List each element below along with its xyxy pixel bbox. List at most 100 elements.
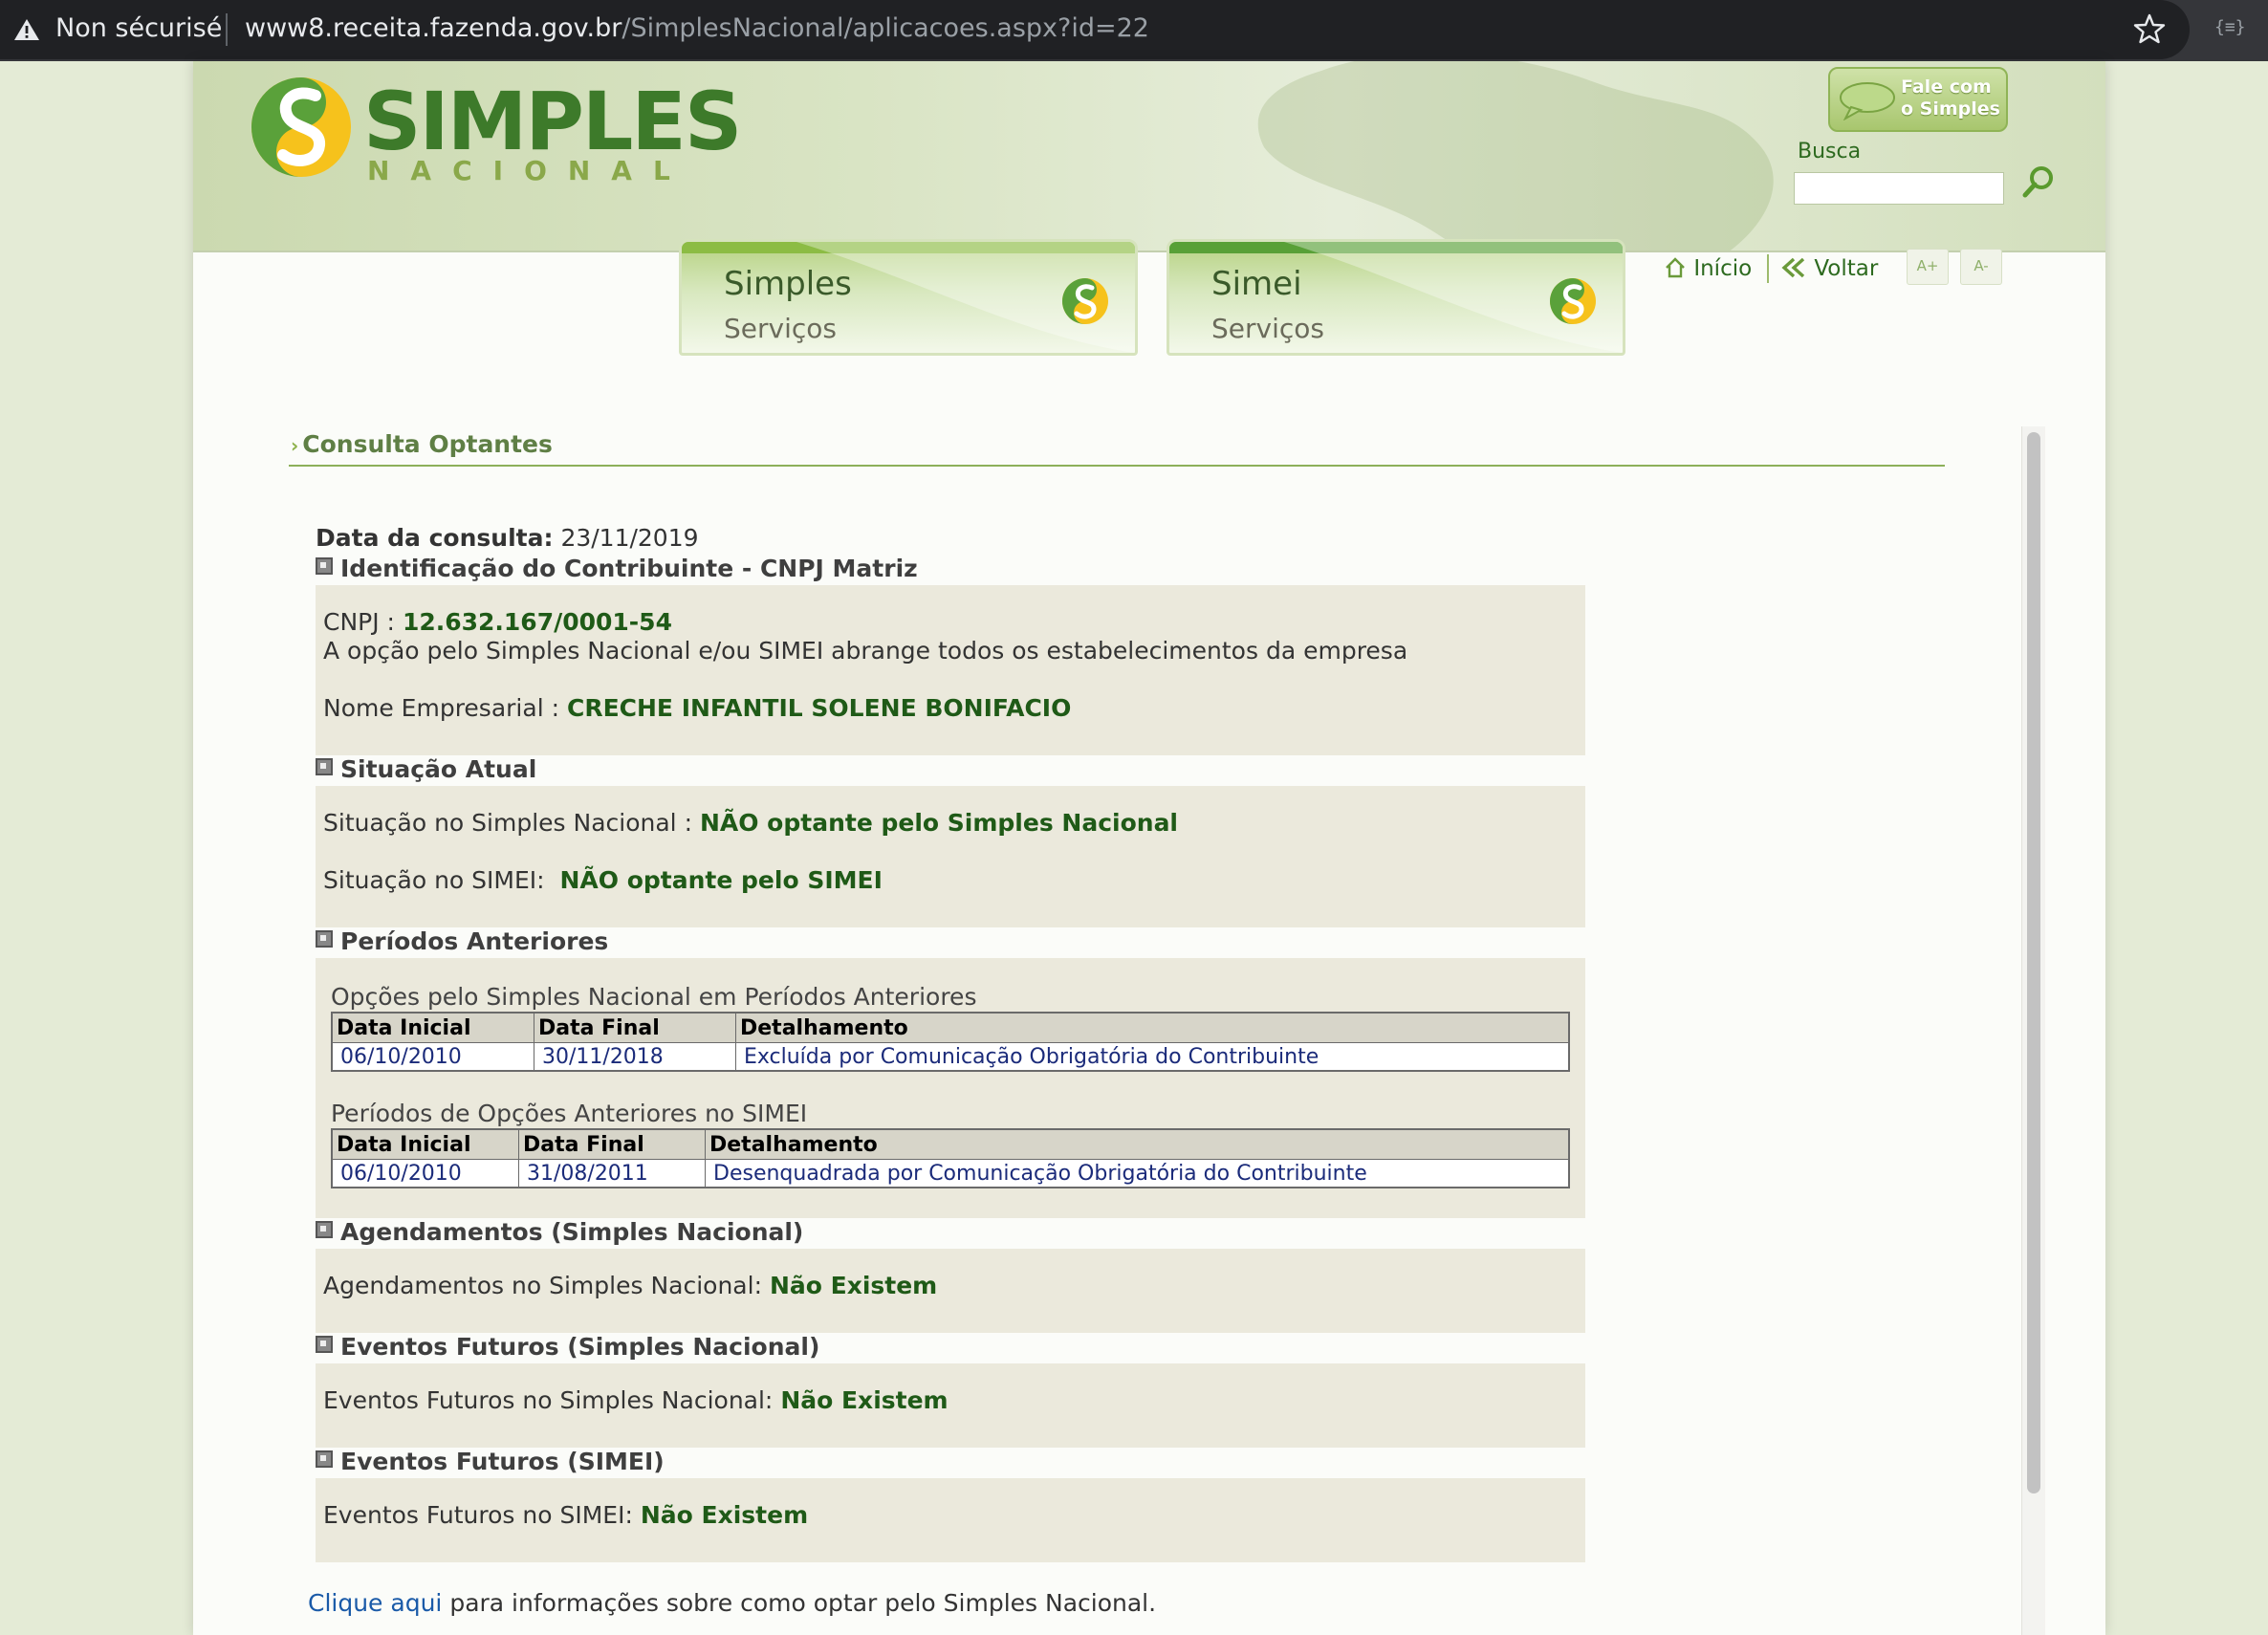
eventos-simei-header[interactable]: Eventos Futuros (SIMEI) xyxy=(316,1448,665,1475)
abrange-text: A opção pelo Simples Nacional e/ou SIMEI… xyxy=(323,637,1408,665)
eventos-simei-header-text: Eventos Futuros (SIMEI) xyxy=(340,1448,665,1475)
situacao-header-text: Situação Atual xyxy=(340,755,537,783)
url-text[interactable]: www8.receita.fazenda.gov.br/SimplesNacio… xyxy=(245,13,1149,43)
table-cell: 06/10/2010 xyxy=(331,1042,534,1072)
eventos-simples-header[interactable]: Eventos Futuros (Simples Nacional) xyxy=(316,1333,819,1361)
agendamentos-header-text: Agendamentos (Simples Nacional) xyxy=(340,1218,804,1246)
eventos-simei-value: Não Existem xyxy=(640,1501,809,1529)
title-underline xyxy=(289,465,1945,467)
periodos-header[interactable]: Períodos Anteriores xyxy=(316,927,608,955)
simei-periodos-caption: Períodos de Opções Anteriores no SIMEI xyxy=(331,1100,808,1127)
tab-subtitle: Serviços xyxy=(1211,313,1324,344)
eventos-simples-value: Não Existem xyxy=(780,1386,949,1414)
fale-line-1: Fale com xyxy=(1901,76,1992,98)
security-status[interactable]: Non sécurisé xyxy=(55,13,222,43)
brazil-map-watermark xyxy=(1257,61,1774,251)
consulta-date: Data da consulta: 23/11/2019 xyxy=(316,524,699,552)
page-title-text: Consulta Optantes xyxy=(302,430,553,458)
eventos-simei-label: Eventos Futuros no SIMEI: xyxy=(323,1501,633,1529)
expand-icon xyxy=(316,1336,333,1353)
eventos-simples-box: Eventos Futuros no Simples Nacional: Não… xyxy=(316,1363,1585,1448)
table-cell: 31/08/2011 xyxy=(518,1159,706,1188)
inicio-link[interactable]: Início xyxy=(1664,256,1752,281)
eventos-simples-header-text: Eventos Futuros (Simples Nacional) xyxy=(340,1333,820,1361)
clique-aqui-link[interactable]: Clique aqui xyxy=(308,1589,442,1617)
site-container: SIMPLES NACIONAL Fale com o Simples Busc… xyxy=(193,61,2105,1635)
browser-address-bar: Non sécurisé www8.receita.fazenda.gov.br… xyxy=(0,0,2268,61)
table-header-row: Data Inicial Data Final Detalhamento xyxy=(331,1012,1570,1043)
back-arrow-icon xyxy=(1781,257,1805,278)
increase-font-button[interactable]: A+ xyxy=(1907,249,1949,285)
table-cell: Desenquadrada por Comunicação Obrigatóri… xyxy=(705,1159,1570,1188)
cnpj-label: CNPJ : xyxy=(323,608,395,636)
identificacao-header[interactable]: Identificação do Contribuinte - CNPJ Mat… xyxy=(316,555,918,582)
logo-title: SIMPLES xyxy=(363,75,742,168)
nome-value: CRECHE INFANTIL SOLENE BONIFACIO xyxy=(566,694,1072,722)
logo-subtitle: NACIONAL xyxy=(367,155,691,186)
site-header: SIMPLES NACIONAL Fale com o Simples Busc… xyxy=(193,61,2105,252)
column-header: Detalhamento xyxy=(735,1012,1570,1043)
simples-logo-icon[interactable] xyxy=(249,75,354,180)
tab-title: Simei xyxy=(1211,265,1302,303)
voltar-link[interactable]: Voltar xyxy=(1780,256,1878,281)
voltar-label: Voltar xyxy=(1814,256,1879,281)
simei-badge-icon xyxy=(1550,278,1596,324)
inicio-label: Início xyxy=(1693,256,1753,281)
tab-simei-servicos[interactable]: Simei Serviços xyxy=(1167,239,1625,356)
situacao-simei-label: Situação no SIMEI: xyxy=(323,866,545,894)
simples-badge-icon xyxy=(1062,278,1108,324)
url-host: www8.receita.fazenda.gov.br xyxy=(245,13,622,43)
table-header-row: Data Inicial Data Final Detalhamento xyxy=(331,1128,1570,1160)
column-header: Data Inicial xyxy=(331,1128,519,1160)
tab-simples-servicos[interactable]: Simples Serviços xyxy=(679,239,1138,356)
expand-icon xyxy=(316,1450,333,1468)
chevron-right-icon: › xyxy=(291,434,299,457)
situacao-simples-label: Situação no Simples Nacional : xyxy=(323,809,692,837)
tab-subtitle: Serviços xyxy=(724,313,837,344)
decrease-font-button[interactable]: A- xyxy=(1960,249,2002,285)
table-cell: 30/11/2018 xyxy=(534,1042,736,1072)
warning-icon[interactable] xyxy=(13,17,40,42)
page-title: › Consulta Optantes xyxy=(291,430,553,458)
expand-icon xyxy=(316,758,333,775)
periodos-header-text: Períodos Anteriores xyxy=(340,927,609,955)
agendamentos-row: Agendamentos no Simples Nacional: Não Ex… xyxy=(323,1272,937,1299)
eventos-simples-row: Eventos Futuros no Simples Nacional: Não… xyxy=(323,1386,949,1414)
situacao-box: Situação no Simples Nacional : NÃO optan… xyxy=(316,786,1585,927)
cnpj-value: 12.632.167/0001-54 xyxy=(402,608,672,636)
simples-periodos-table: Data Inicial Data Final Detalhamento 06/… xyxy=(331,1012,1570,1072)
situacao-simples-value: NÃO optante pelo Simples Nacional xyxy=(699,809,1179,837)
tab-title: Simples xyxy=(724,265,852,303)
fale-com-label: Fale com o Simples xyxy=(1901,76,2000,120)
search-icon[interactable] xyxy=(2017,161,2060,203)
search-input[interactable] xyxy=(1794,172,2004,205)
eventos-simei-row: Eventos Futuros no SIMEI: Não Existem xyxy=(323,1501,808,1529)
column-header: Data Final xyxy=(518,1128,706,1160)
table-cell: 06/10/2010 xyxy=(331,1159,519,1188)
simples-periodos-caption: Opções pelo Simples Nacional em Períodos… xyxy=(331,983,977,1011)
scrollbar-thumb[interactable] xyxy=(2027,432,2040,1493)
divider xyxy=(1767,254,1769,283)
url-path: /SimplesNacional/aplicacoes.aspx?id=22 xyxy=(622,13,1149,43)
omnibox[interactable]: Non sécurisé www8.receita.fazenda.gov.br… xyxy=(0,0,2190,59)
situacao-header[interactable]: Situação Atual xyxy=(316,755,536,783)
expand-icon xyxy=(316,930,333,948)
situacao-simples-row: Situação no Simples Nacional : NÃO optan… xyxy=(323,809,1178,837)
eventos-simei-box: Eventos Futuros no SIMEI: Não Existem xyxy=(316,1478,1585,1562)
table-row: 06/10/2010 30/11/2018 Excluída por Comun… xyxy=(331,1042,1570,1072)
fale-com-simples-button[interactable]: Fale com o Simples xyxy=(1828,67,2008,132)
agendamentos-header[interactable]: Agendamentos (Simples Nacional) xyxy=(316,1218,803,1246)
speech-bubble-icon xyxy=(1840,82,1895,120)
consulta-date-value: 23/11/2019 xyxy=(560,524,699,552)
column-header: Detalhamento xyxy=(705,1128,1570,1160)
expand-icon xyxy=(316,557,333,575)
bookmark-star-icon[interactable] xyxy=(2132,11,2167,46)
situacao-simei-value: NÃO optante pelo SIMEI xyxy=(559,866,883,894)
nome-label: Nome Empresarial : xyxy=(323,694,560,722)
footer-text: para informações sobre como optar pelo S… xyxy=(442,1589,1157,1617)
cnpj-row: CNPJ : 12.632.167/0001-54 xyxy=(323,608,672,636)
situacao-simei-row: Situação no SIMEI: NÃO optante pelo SIME… xyxy=(323,866,883,894)
identificacao-header-text: Identificação do Contribuinte - CNPJ Mat… xyxy=(340,555,918,582)
identificacao-box: CNPJ : 12.632.167/0001-54 A opção pelo S… xyxy=(316,585,1585,755)
extension-icon[interactable]: {≡} xyxy=(2214,17,2246,37)
